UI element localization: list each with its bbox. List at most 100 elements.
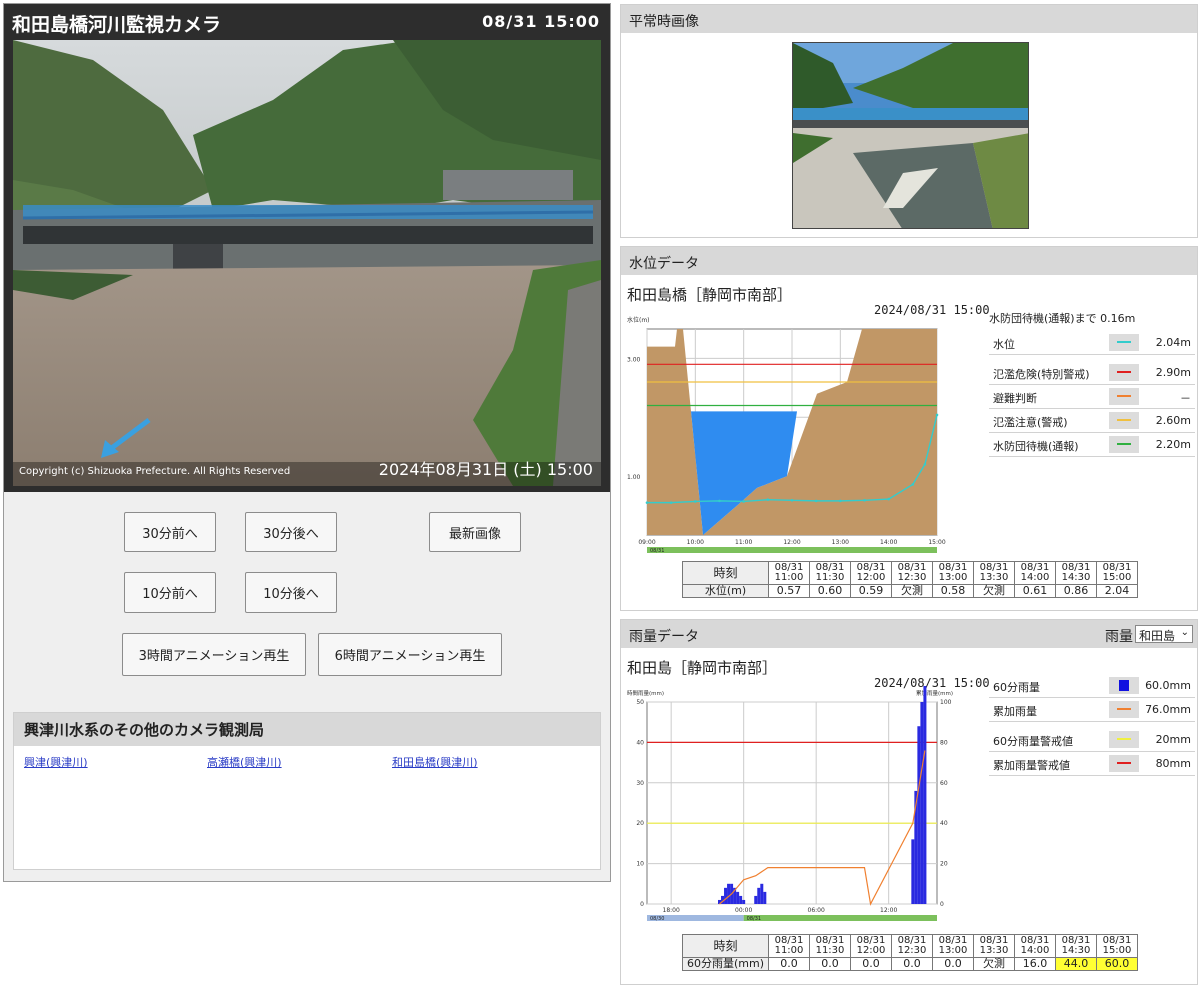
- rain-bar: [763, 891, 767, 904]
- legend-value: 2.20m: [1155, 438, 1191, 451]
- y-left-tick-label: 30: [636, 780, 644, 787]
- camera-link-okitsu[interactable]: 興津(興津川): [24, 754, 88, 770]
- legend-label: 水防団待機(通報): [993, 440, 1079, 453]
- legend-label: 氾濫危険(特別警戒): [993, 368, 1090, 381]
- rain-bar: [754, 895, 758, 904]
- camera-header-time: 08/31 15:00: [482, 12, 600, 31]
- value-cell: 0.0: [850, 957, 892, 971]
- value-header: 60分雨量(mm): [682, 957, 769, 971]
- legend-swatch: [1109, 755, 1139, 772]
- date-bar-label: 08/30: [650, 916, 664, 922]
- x-tick-label: 12:00: [880, 907, 897, 914]
- water-level-point: [718, 499, 721, 503]
- forward-10min-button[interactable]: 10分後へ: [245, 572, 337, 613]
- x-tick-label: 06:00: [808, 907, 825, 914]
- time-hour: 12:00: [856, 945, 886, 956]
- y-right-tick-label: 80: [940, 739, 948, 746]
- y-right-axis-label: 累加雨量(mm): [916, 689, 953, 697]
- time-cell: 08/31 11:00: [768, 561, 810, 585]
- time-cell: 08/31 11:30: [809, 561, 851, 585]
- value-cell: 2.04: [1096, 584, 1138, 598]
- x-tick-label: 11:00: [735, 539, 752, 546]
- y-left-tick-label: 10: [636, 861, 644, 868]
- latest-image-button[interactable]: 最新画像: [429, 512, 521, 552]
- time-cell: 08/31 14:30: [1055, 561, 1097, 585]
- camera-copyright: Copyright (c) Shizuoka Prefecture. All R…: [19, 466, 291, 477]
- forward-30min-button[interactable]: 30分後へ: [245, 512, 337, 552]
- water-level-title: 水位データ: [621, 247, 1197, 275]
- chevron-down-icon: ⌄: [1180, 627, 1189, 638]
- legend-value: 2.04m: [1155, 336, 1191, 349]
- legend-label: 累加雨量警戒値: [993, 759, 1070, 772]
- time-cell: 08/31 12:00: [850, 934, 892, 958]
- value-cell: 0.0: [932, 957, 974, 971]
- water-level-point: [863, 498, 866, 502]
- legend-label: 60分雨量: [993, 681, 1040, 694]
- y-axis-label: 水位(m): [627, 316, 650, 324]
- value-cell: 0.60: [809, 584, 851, 598]
- time-hour: 11:00: [774, 572, 804, 583]
- time-hour: 14:30: [1061, 945, 1091, 956]
- legend-value: 2.90m: [1155, 366, 1191, 379]
- time-cell: 08/31 12:00: [850, 561, 892, 585]
- camera-title: 和田島橋河川監視カメラ: [12, 14, 222, 36]
- legend-swatch: [1109, 334, 1139, 351]
- table-row: 時刻 08/31 11:00 08/31 11:30 08/31 12:00 08/31 12…: [682, 561, 1138, 585]
- animation-6h-button[interactable]: 6時間アニメーション再生: [318, 633, 502, 676]
- date-bar: [647, 547, 937, 553]
- legend-swatch: [1109, 701, 1139, 718]
- rain-bar: [920, 702, 924, 904]
- water-level-point: [887, 497, 890, 501]
- back-30min-button[interactable]: 30分前へ: [124, 512, 216, 552]
- value-cell: 0.0: [768, 957, 810, 971]
- animation-3h-button[interactable]: 3時間アニメーション再生: [122, 633, 306, 676]
- y-left-tick-label: 20: [636, 820, 644, 827]
- value-cell: 0.0: [891, 957, 933, 971]
- time-hour: 12:30: [897, 572, 927, 583]
- value-cell: 16.0: [1014, 957, 1056, 971]
- water-level-point: [766, 498, 770, 501]
- y-right-tick-label: 60: [940, 780, 948, 787]
- legend-standby: 水防団待機(通報) 2.20m: [989, 433, 1195, 457]
- legend-value: 60.0mm: [1145, 679, 1191, 692]
- time-hour: 13:30: [979, 945, 1009, 956]
- camera-link-wadajimabashi[interactable]: 和田島橋(興津川): [392, 754, 478, 770]
- rain-bar: [736, 891, 740, 904]
- value-cell: 0.58: [932, 584, 974, 598]
- water-level-alert-note: 水防団待機(通報)まで 0.16m: [989, 312, 1136, 325]
- camera-link-takasebashi[interactable]: 高瀬橋(興津川): [207, 754, 282, 770]
- time-cell: 08/31 13:30: [973, 561, 1015, 585]
- water-level-point: [790, 498, 794, 502]
- time-hour: 14:00: [1020, 572, 1050, 583]
- legend-value: 80mm: [1155, 757, 1191, 770]
- time-hour: 15:00: [1102, 572, 1132, 583]
- y-right-tick-label: 0: [940, 901, 944, 908]
- x-tick-label: 00:00: [735, 907, 752, 914]
- legend-evacuation: 避難判断 －: [989, 385, 1195, 409]
- rain-bar: [917, 726, 921, 904]
- legend-swatch: [1109, 731, 1139, 748]
- legend-value: 2.60m: [1155, 414, 1191, 427]
- time-header: 時刻: [682, 561, 769, 585]
- back-10min-button[interactable]: 10分前へ: [124, 572, 216, 613]
- legend-swatch: [1109, 436, 1139, 453]
- legend-cumulative-threshold: 累加雨量警戒値 80mm: [989, 752, 1195, 776]
- time-hour: 13:00: [938, 572, 968, 583]
- rainfall-chart: 0 10 20 30 40 50 0 20 40 60 80 100 18:00 00:00 06:00 12…: [627, 686, 953, 922]
- y-left-tick-label: 40: [636, 739, 644, 746]
- value-cell: 44.0: [1055, 957, 1097, 971]
- value-cell: 0.57: [768, 584, 810, 598]
- rainfall-station-select[interactable]: 和田島 ⌄: [1135, 625, 1193, 643]
- water-level-point: [911, 483, 915, 486]
- rain-bar: [739, 895, 743, 904]
- legend-hourly-threshold: 60分雨量警戒値 20mm: [989, 728, 1195, 752]
- normal-image: [792, 42, 1029, 229]
- rainfall-select-value: 和田島: [1139, 629, 1176, 643]
- x-tick-label: 15:00: [928, 539, 945, 546]
- legend-swatch: [1109, 677, 1139, 694]
- legend-hourly-rain: 60分雨量 60.0mm: [989, 674, 1195, 698]
- x-tick-label: 09:00: [638, 539, 655, 546]
- legend-swatch: [1109, 388, 1139, 405]
- x-tick-label: 18:00: [663, 907, 680, 914]
- water-level-station: 和田島橋［静岡市南部］: [627, 286, 793, 304]
